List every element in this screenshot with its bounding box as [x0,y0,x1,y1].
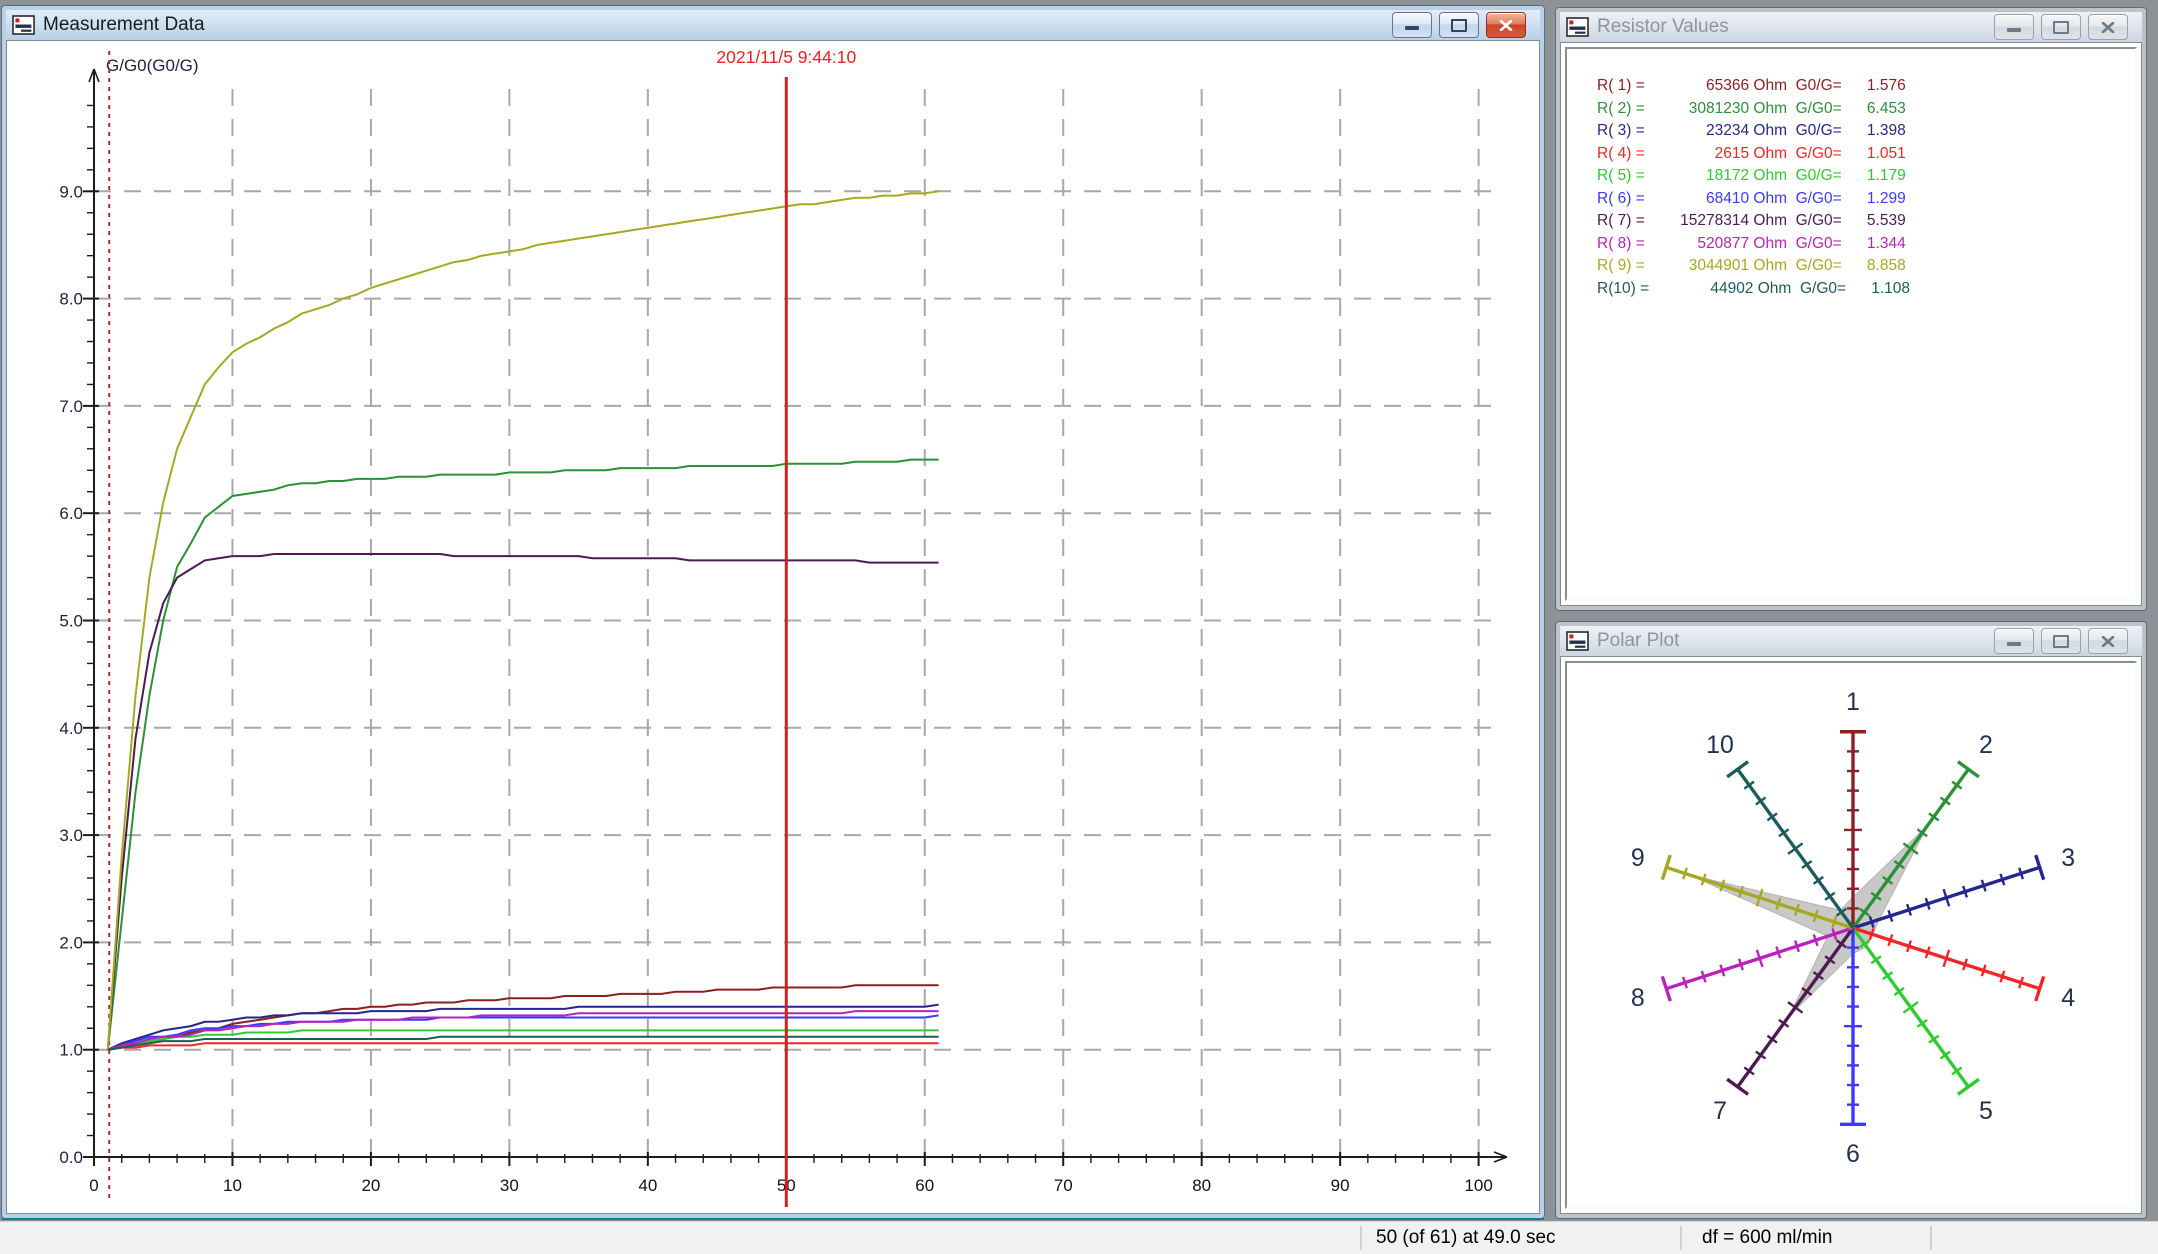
svg-text:4: 4 [2061,984,2075,1012]
svg-text:0.0: 0.0 [59,1148,83,1167]
polar-titlebar[interactable]: Polar Plot [1560,626,2142,656]
close-icon[interactable] [2088,628,2128,654]
measurement-chart-area[interactable]: 01020304050607080901000.01.02.03.04.05.0… [6,40,1540,1214]
minimize-icon[interactable] [1994,14,2034,40]
plotter-chart-icon [1566,17,1590,37]
svg-text:1.0: 1.0 [59,1041,83,1060]
polar-plot-client: 1 2 3 4 5 6 7 8 9 10 [1560,656,2142,1214]
svg-text:2: 2 [1979,731,1993,759]
resistor-row: R( 1) = 65366 Ohm G0/G=1.576 [1597,75,1910,98]
svg-text:8.0: 8.0 [59,290,83,309]
svg-text:4.0: 4.0 [59,719,83,738]
svg-text:70: 70 [1054,1176,1073,1195]
svg-text:90: 90 [1331,1176,1350,1195]
svg-text:9.0: 9.0 [59,182,83,201]
resistor-row: R( 8) = 520877 Ohm G/G0=1.344 [1597,233,1910,256]
resistor-row: R(10) = 44902 Ohm G/G0=1.108 [1597,278,1910,301]
svg-text:100: 100 [1464,1176,1492,1195]
svg-text:30: 30 [500,1176,519,1195]
svg-text:5: 5 [1979,1097,1993,1125]
status-separator [1680,1226,1682,1250]
svg-text:1: 1 [1846,688,1860,716]
status-separator [1360,1226,1362,1250]
close-icon[interactable] [1486,12,1526,38]
plotter-chart-icon [1566,631,1590,651]
svg-text:10: 10 [223,1176,242,1195]
window-title: Measurement Data [43,14,205,36]
measurement-data-window: Measurement Data 01020304050607080901000… [2,6,1544,1218]
measurement-titlebar[interactable]: Measurement Data [6,10,1540,40]
svg-text:8: 8 [1631,984,1645,1012]
resistor-row: R( 3) = 23234 Ohm G0/G=1.398 [1597,120,1910,143]
resistor-row: R( 2) = 3081230 Ohm G/G0=6.453 [1597,98,1910,121]
svg-text:9: 9 [1631,844,1645,872]
svg-text:80: 80 [1192,1176,1211,1195]
resistor-row: R( 9) = 3044901 Ohm G/G0=8.858 [1597,255,1910,278]
status-progress: 50 (of 61) at 49.0 sec [1376,1227,1556,1249]
maximize-icon[interactable] [2041,628,2081,654]
status-separator [1930,1226,1932,1250]
resistor-row: R( 7) = 15278314 Ohm G/G0=5.539 [1597,210,1910,233]
maximize-icon[interactable] [1439,12,1479,38]
polar-chart: 1 2 3 4 5 6 7 8 9 10 [1567,663,2135,1207]
svg-text:5.0: 5.0 [59,612,83,631]
window-title: Resistor Values [1597,16,1729,38]
close-icon[interactable] [2088,14,2128,40]
minimize-icon[interactable] [1392,12,1432,38]
resistor-values-window: Resistor Values R( 1) = 65366 Ohm G0/G=1… [1556,8,2146,610]
minimize-icon[interactable] [1994,628,2034,654]
resistor-values-panel: R( 1) = 65366 Ohm G0/G=1.576R( 2) = 3081… [1565,47,2137,601]
plotter-chart-icon [12,15,36,35]
status-bar: 50 (of 61) at 49.0 sec df = 600 ml/min [0,1221,2158,1254]
svg-text:3.0: 3.0 [59,826,83,845]
maximize-icon[interactable] [2041,14,2081,40]
svg-text:40: 40 [638,1176,657,1195]
measurement-chart[interactable]: 01020304050607080901000.01.02.03.04.05.0… [7,41,1539,1213]
svg-text:7.0: 7.0 [59,397,83,416]
resistor-row: R( 5) = 18172 Ohm G0/G=1.179 [1597,165,1910,188]
svg-text:3: 3 [2061,844,2075,872]
window-title: Polar Plot [1597,630,1679,652]
status-flow: df = 600 ml/min [1702,1227,1832,1249]
resistor-titlebar[interactable]: Resistor Values [1560,12,2142,42]
svg-text:7: 7 [1713,1097,1727,1125]
resistor-row: R( 4) = 2615 Ohm G/G0=1.051 [1597,143,1910,166]
polar-plot-panel: 1 2 3 4 5 6 7 8 9 10 [1565,661,2137,1209]
svg-text:60: 60 [915,1176,934,1195]
svg-text:2021/11/5 9:44:10: 2021/11/5 9:44:10 [716,47,856,67]
resistor-list: R( 1) = 65366 Ohm G0/G=1.576R( 2) = 3081… [1597,75,1910,300]
polar-plot-window: Polar Plot 1 2 3 4 5 6 7 8 9 10 [1556,622,2146,1218]
svg-text:2.0: 2.0 [59,933,83,952]
svg-text:G/G0(G0/G): G/G0(G0/G) [106,56,199,75]
svg-text:10: 10 [1706,731,1734,759]
svg-text:20: 20 [361,1176,380,1195]
resistor-values-client: R( 1) = 65366 Ohm G0/G=1.576R( 2) = 3081… [1560,42,2142,606]
resistor-row: R( 6) = 68410 Ohm G/G0=1.299 [1597,188,1910,211]
svg-text:6: 6 [1846,1140,1860,1168]
svg-text:0: 0 [89,1176,98,1195]
svg-text:6.0: 6.0 [59,504,83,523]
